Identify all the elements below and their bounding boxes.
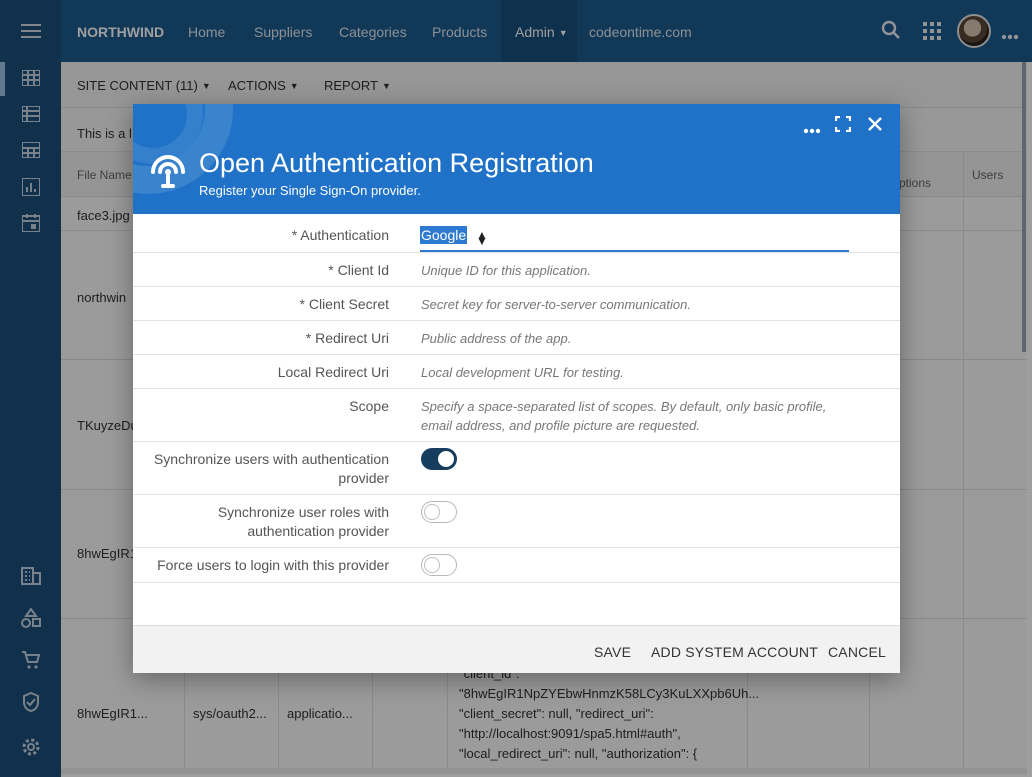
local-redirect-uri-label: Local Redirect Uri [277,364,389,380]
redirect-uri-field[interactable]: Public address of the app. [421,329,571,348]
sync-users-label-line: provider [338,470,389,486]
scope-row: Scope Specify a space-separated list of … [133,389,900,442]
scope-placeholder-line: email address, and profile picture are r… [421,418,700,433]
more-horizontal-icon[interactable] [803,121,821,137]
local-redirect-uri-row: Local Redirect Uri Local development URL… [133,355,900,389]
sync-users-row: Synchronize users with authentication pr… [133,442,900,495]
toggle-knob [438,451,454,467]
client-id-field[interactable]: Unique ID for this application. [421,261,591,280]
dialog-title: Open Authentication Registration [199,148,594,178]
sync-roles-label-line: authentication provider [247,523,389,539]
authentication-select[interactable]: Google [420,226,468,244]
local-redirect-uri-field[interactable]: Local development URL for testing. [421,363,624,382]
client-secret-row: * Client Secret Secret key for server-to… [133,287,900,321]
sync-roles-row: Synchronize user roles with authenticati… [133,495,900,548]
sync-users-label-line: Synchronize users with authentication [153,451,389,467]
force-login-label: Force users to login with this provider [157,557,389,573]
select-focus-underline [420,250,849,252]
cancel-button[interactable]: CANCEL [828,644,886,660]
scope-field[interactable]: Specify a space-separated list of scopes… [421,397,826,435]
sort-arrows-icon[interactable]: ▼︎ [476,232,488,250]
fullscreen-icon[interactable] [834,115,852,135]
force-login-row: Force users to login with this provider [133,548,900,583]
scope-placeholder-line: Specify a space-separated list of scopes… [421,399,827,414]
save-button[interactable]: SAVE [594,644,631,660]
scope-label: Scope [349,398,389,414]
authentication-row: * Authentication [133,214,900,253]
dialog-subtitle: Register your Single Sign-On provider. [199,183,421,198]
redirect-uri-row: * Redirect Uri Public address of the app… [133,321,900,355]
sync-users-label: Synchronize users with authentication pr… [154,450,389,488]
sync-users-toggle[interactable] [421,448,457,470]
client-secret-field[interactable]: Secret key for server-to-server communic… [421,295,691,314]
authentication-label: * Authentication [291,227,389,243]
oauth-registration-dialog: Open Authentication Registration Registe… [133,104,900,673]
client-secret-label: * Client Secret [299,296,389,312]
wireless-tower-icon [145,144,191,193]
dialog-footer: SAVE ADD SYSTEM ACCOUNT CANCEL [133,625,900,673]
sync-roles-toggle[interactable] [421,501,457,523]
force-login-toggle[interactable] [421,554,457,576]
dialog-header: Open Authentication Registration Registe… [133,104,900,214]
toggle-knob [424,557,440,573]
client-id-row: * Client Id Unique ID for this applicati… [133,253,900,287]
redirect-uri-label: * Redirect Uri [305,330,389,346]
sync-roles-label: Synchronize user roles with authenticati… [218,503,389,541]
toggle-knob [424,504,440,520]
add-system-account-button[interactable]: ADD SYSTEM ACCOUNT [651,644,818,660]
sync-roles-label-line: Synchronize user roles with [217,504,389,520]
client-id-label: * Client Id [328,262,389,278]
close-icon[interactable] [867,116,883,135]
